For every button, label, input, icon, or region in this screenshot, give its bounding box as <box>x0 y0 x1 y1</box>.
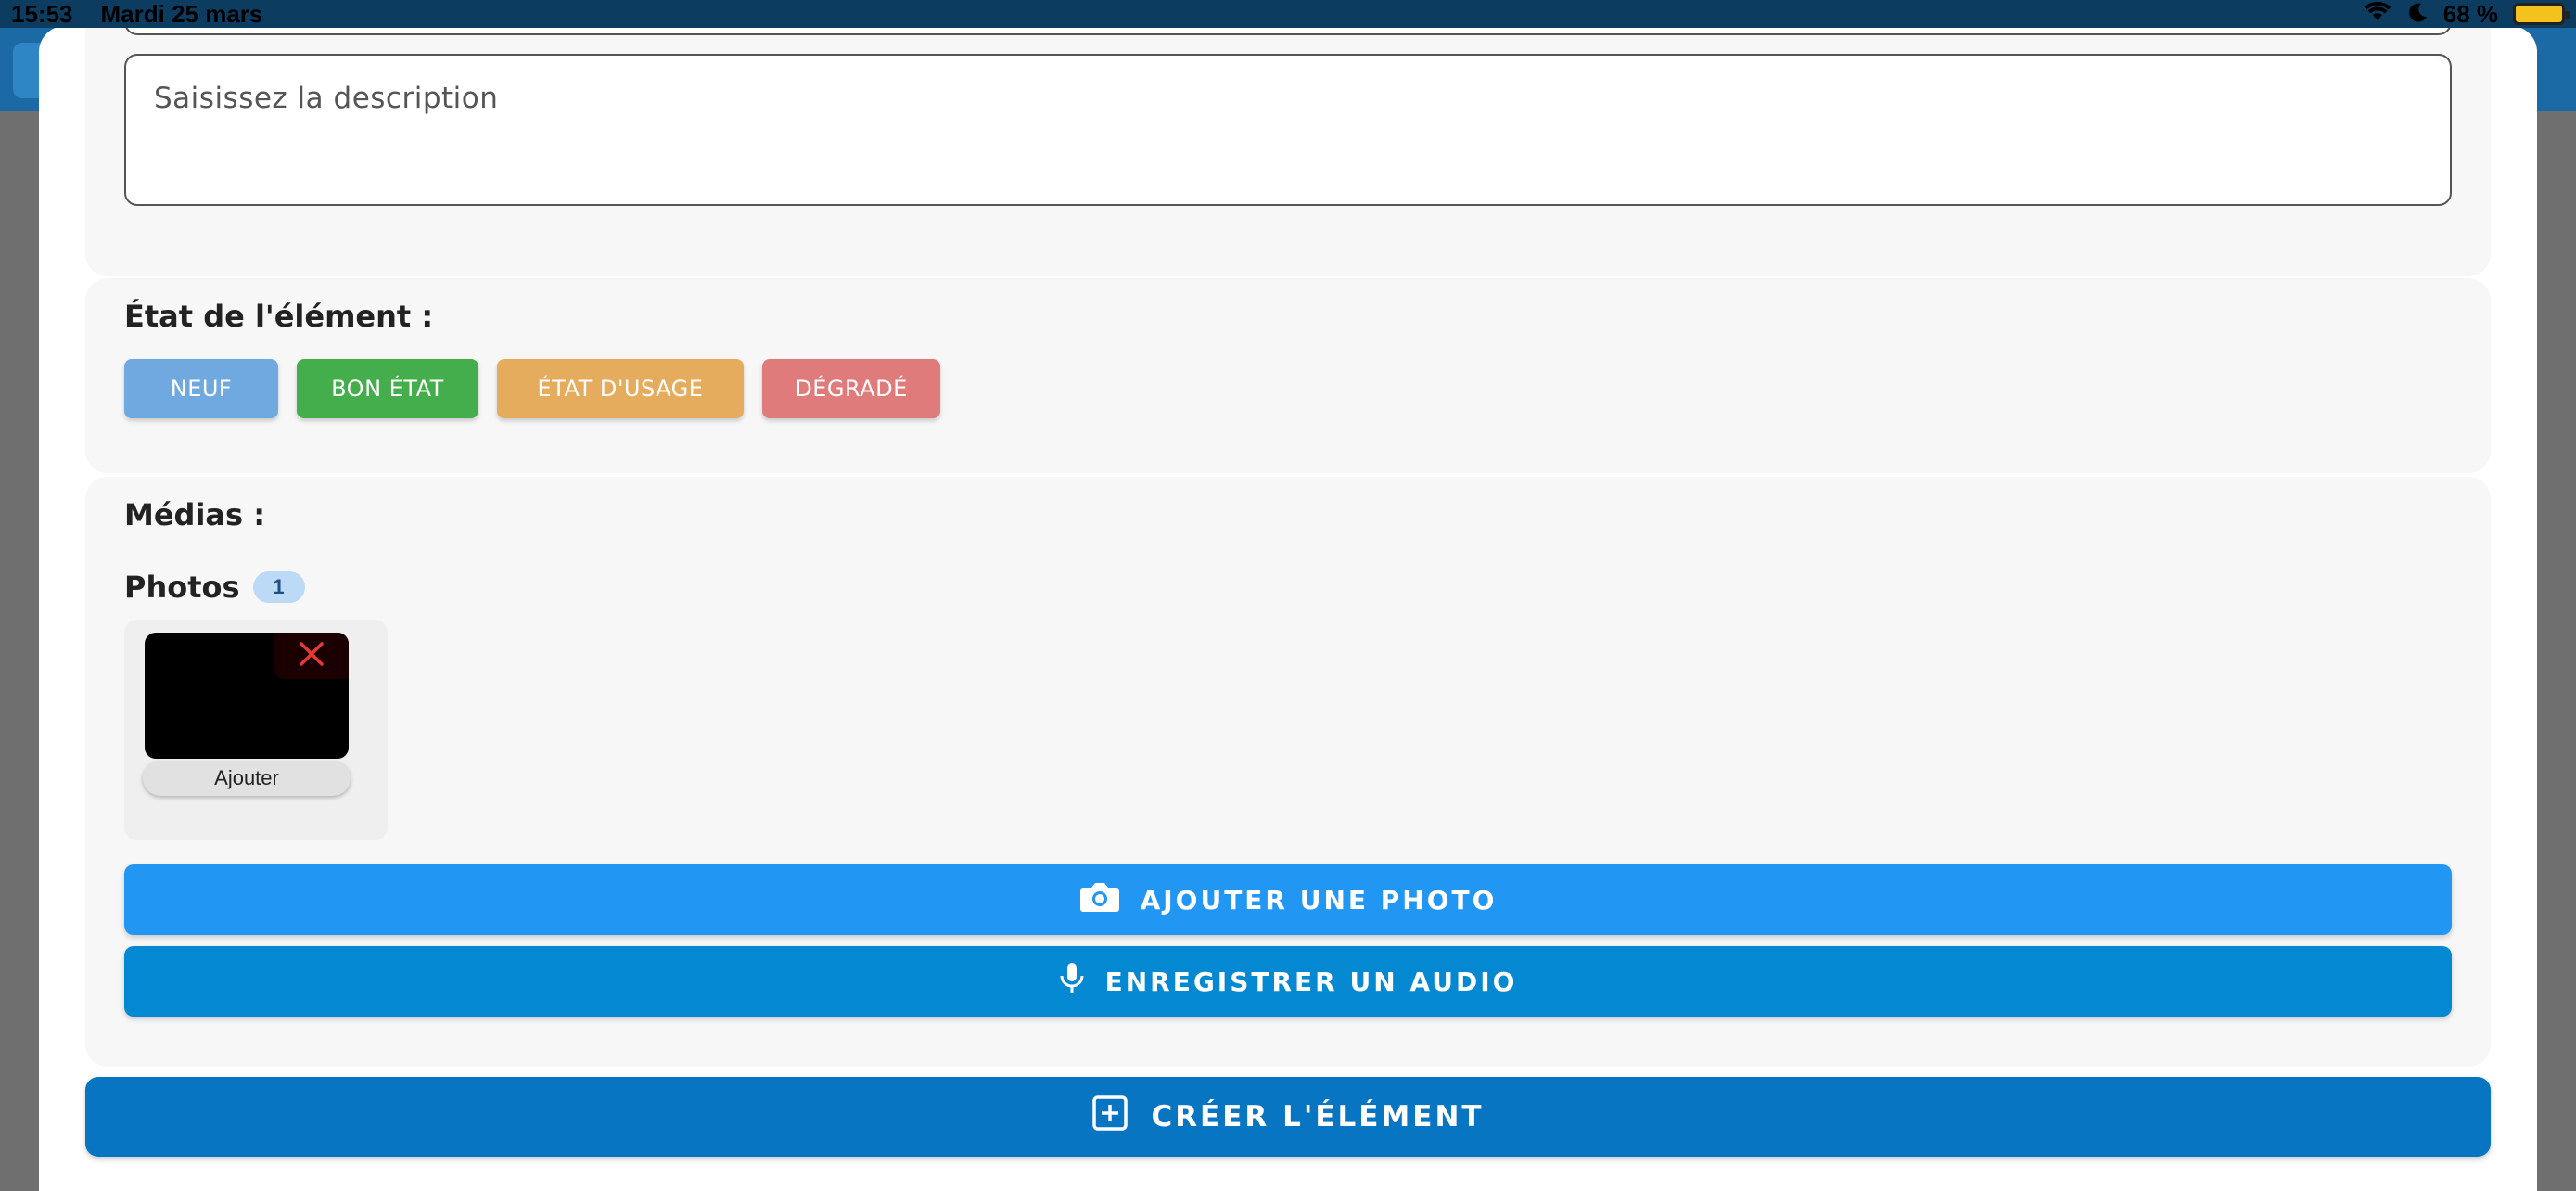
create-element-modal: Saisissez la description État de l'éléme… <box>39 0 2537 1191</box>
record-audio-label: ENREGISTRER UN AUDIO <box>1104 966 1518 997</box>
add-box-icon <box>1091 1095 1129 1139</box>
microphone-icon <box>1059 962 1085 1002</box>
photo-card: Ajouter <box>124 620 388 840</box>
photo-ajouter-button[interactable]: Ajouter <box>143 761 351 796</box>
state-bon-etat-button[interactable]: BON ÉTAT <box>297 359 478 418</box>
close-icon <box>298 640 325 672</box>
state-degrade-button[interactable]: DÉGRADÉ <box>762 359 940 418</box>
moon-icon <box>2408 0 2429 29</box>
camera-icon <box>1079 880 1120 920</box>
record-audio-button[interactable]: ENREGISTRER UN AUDIO <box>124 946 2452 1017</box>
photo-thumbnail[interactable] <box>145 633 349 759</box>
delete-photo-button[interactable] <box>274 633 349 679</box>
add-photo-button[interactable]: AJOUTER UNE PHOTO <box>124 864 2452 935</box>
state-options: NEUF BON ÉTAT ÉTAT D'USAGE DÉGRADÉ <box>124 359 940 418</box>
media-label: Médias : <box>124 497 265 532</box>
create-element-label: CRÉER L'ÉLÉMENT <box>1151 1100 1485 1133</box>
status-time: 15:53 <box>11 0 73 28</box>
state-usage-button[interactable]: ÉTAT D'USAGE <box>497 359 744 418</box>
wifi-icon <box>2362 0 2393 29</box>
photos-count-badge: 1 <box>252 571 305 603</box>
state-section: État de l'élément : NEUF BON ÉTAT ÉTAT D… <box>85 278 2491 473</box>
create-element-button[interactable]: CRÉER L'ÉLÉMENT <box>85 1077 2491 1157</box>
photos-title: Photos <box>124 570 240 605</box>
status-bar: 15:53 Mardi 25 mars 68 % <box>0 0 2576 28</box>
description-section: Saisissez la description <box>85 0 2491 276</box>
add-photo-label: AJOUTER UNE PHOTO <box>1140 884 1498 916</box>
battery-icon <box>2513 3 2570 25</box>
photos-header: Photos 1 <box>124 570 305 605</box>
description-placeholder: Saisissez la description <box>154 82 499 115</box>
state-label: État de l'élément : <box>124 299 434 334</box>
description-input[interactable]: Saisissez la description <box>124 54 2452 206</box>
state-neuf-button[interactable]: NEUF <box>124 359 278 418</box>
media-section: Médias : Photos 1 Ajouter AJOUTER UNE PH… <box>85 477 2491 1067</box>
battery-percent: 68 % <box>2442 0 2498 28</box>
status-date: Mardi 25 mars <box>100 0 263 28</box>
